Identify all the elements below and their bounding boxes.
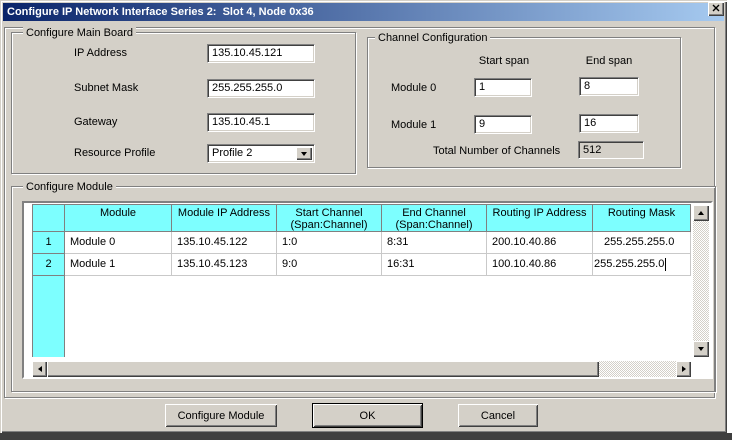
title-bar[interactable]: Configure IP Network Interface Series 2:…	[3, 3, 724, 21]
cancel-button[interactable]: Cancel	[458, 404, 538, 427]
ip-address-label: IP Address	[74, 47, 127, 59]
start-span-header: Start span	[464, 55, 544, 67]
table-row: 1 Module 0 135.10.45.122 1:0 8:31 200.10…	[32, 232, 691, 254]
end-span-header: End span	[569, 55, 649, 67]
module1-label: Module 1	[391, 119, 436, 131]
cell-end-channel[interactable]: 8:31	[382, 232, 487, 254]
module0-end-span-field[interactable]: 8	[579, 77, 639, 96]
text-caret	[665, 258, 666, 271]
group-title: Configure Main Board	[23, 27, 136, 39]
arrow-left-icon	[38, 366, 42, 372]
group-configure-main-board: Configure Main Board IP Address 135.10.4…	[11, 32, 356, 174]
cell-module-ip[interactable]: 135.10.45.122	[172, 232, 277, 254]
ok-button[interactable]: OK	[312, 403, 423, 428]
vertical-scroll-track[interactable]	[693, 221, 709, 341]
cell-routing-mask-editing[interactable]: 255.255.255.0	[593, 254, 691, 276]
header-module-ip: Module IP Address	[172, 204, 277, 232]
total-channels-label: Total Number of Channels	[433, 145, 560, 157]
header-routing-ip: Routing IP Address	[487, 204, 593, 232]
close-icon	[712, 3, 720, 15]
cell-module[interactable]: Module 1	[65, 254, 172, 276]
gateway-label: Gateway	[74, 116, 117, 128]
header-routing-mask: Routing Mask	[593, 204, 691, 232]
module1-start-span-field[interactable]: 9	[474, 115, 532, 134]
header-start-channel: Start Channel (Span:Channel)	[277, 204, 382, 232]
row-number-cell[interactable]: 2	[32, 254, 65, 276]
configure-module-button[interactable]: Configure Module	[165, 404, 277, 427]
arrow-down-icon	[698, 347, 704, 351]
grid-columns: Module Module IP Address Start Channel (…	[32, 204, 691, 276]
subnet-mask-field[interactable]: 255.255.255.0	[207, 79, 315, 98]
resource-profile-combobox[interactable]: Profile 2	[207, 144, 315, 163]
cell-routing-ip[interactable]: 200.10.40.86	[487, 232, 593, 254]
group-title: Channel Configuration	[375, 32, 490, 44]
cell-module-ip[interactable]: 135.10.45.123	[172, 254, 277, 276]
row-header-filler-column	[32, 276, 65, 357]
scroll-up-button[interactable]	[693, 205, 709, 221]
row-number-cell[interactable]: 1	[32, 232, 65, 254]
cell-end-channel[interactable]: 16:31	[382, 254, 487, 276]
resource-profile-value: Profile 2	[212, 147, 252, 159]
grid-header-row: Module Module IP Address Start Channel (…	[32, 204, 691, 232]
table-row: 2 Module 1 135.10.45.123 9:0 16:31 100.1…	[32, 254, 691, 276]
cell-routing-mask[interactable]: 255.255.255.0	[593, 232, 691, 254]
module0-label: Module 0	[391, 82, 436, 94]
module-grid: Module Module IP Address Start Channel (…	[22, 201, 713, 379]
module0-start-span-field[interactable]: 1	[474, 78, 532, 97]
group-title: Configure Module	[23, 181, 116, 193]
subnet-mask-label: Subnet Mask	[74, 82, 138, 94]
chevron-down-icon	[301, 152, 307, 156]
scroll-left-button[interactable]	[32, 361, 47, 377]
arrow-right-icon	[682, 366, 686, 372]
cell-start-channel[interactable]: 9:0	[277, 254, 382, 276]
module1-end-span-field[interactable]: 16	[579, 114, 639, 133]
cell-start-channel[interactable]: 1:0	[277, 232, 382, 254]
arrow-up-icon	[698, 211, 704, 215]
cell-routing-ip[interactable]: 100.10.40.86	[487, 254, 593, 276]
horizontal-scrollbar[interactable]	[32, 361, 691, 377]
window-bottom-shadow	[0, 433, 732, 440]
gateway-field[interactable]: 135.10.45.1	[207, 113, 315, 132]
dialog-window: Configure IP Network Interface Series 2:…	[0, 0, 727, 433]
horizontal-scroll-track[interactable]	[599, 361, 676, 377]
combo-dropdown-button[interactable]	[296, 147, 312, 160]
vertical-scrollbar[interactable]	[693, 205, 709, 357]
close-button[interactable]	[708, 2, 724, 16]
scroll-down-button[interactable]	[693, 341, 709, 357]
header-end-channel: End Channel (Span:Channel)	[382, 204, 487, 232]
group-channel-configuration: Channel Configuration Start span End spa…	[367, 37, 681, 168]
window-title: Configure IP Network Interface Series 2:…	[3, 6, 314, 18]
header-module: Module	[65, 204, 172, 232]
group-configure-module: Configure Module Module Module IP Addres…	[11, 186, 716, 392]
screen: Configure IP Network Interface Series 2:…	[0, 0, 732, 440]
horizontal-scroll-thumb[interactable]	[47, 361, 599, 377]
scroll-right-button[interactable]	[676, 361, 691, 377]
ip-address-field[interactable]: 135.10.45.121	[207, 44, 315, 63]
cell-module[interactable]: Module 0	[65, 232, 172, 254]
resource-profile-label: Resource Profile	[74, 147, 155, 159]
header-corner-cell	[32, 204, 65, 232]
total-channels-value: 512	[578, 141, 644, 159]
